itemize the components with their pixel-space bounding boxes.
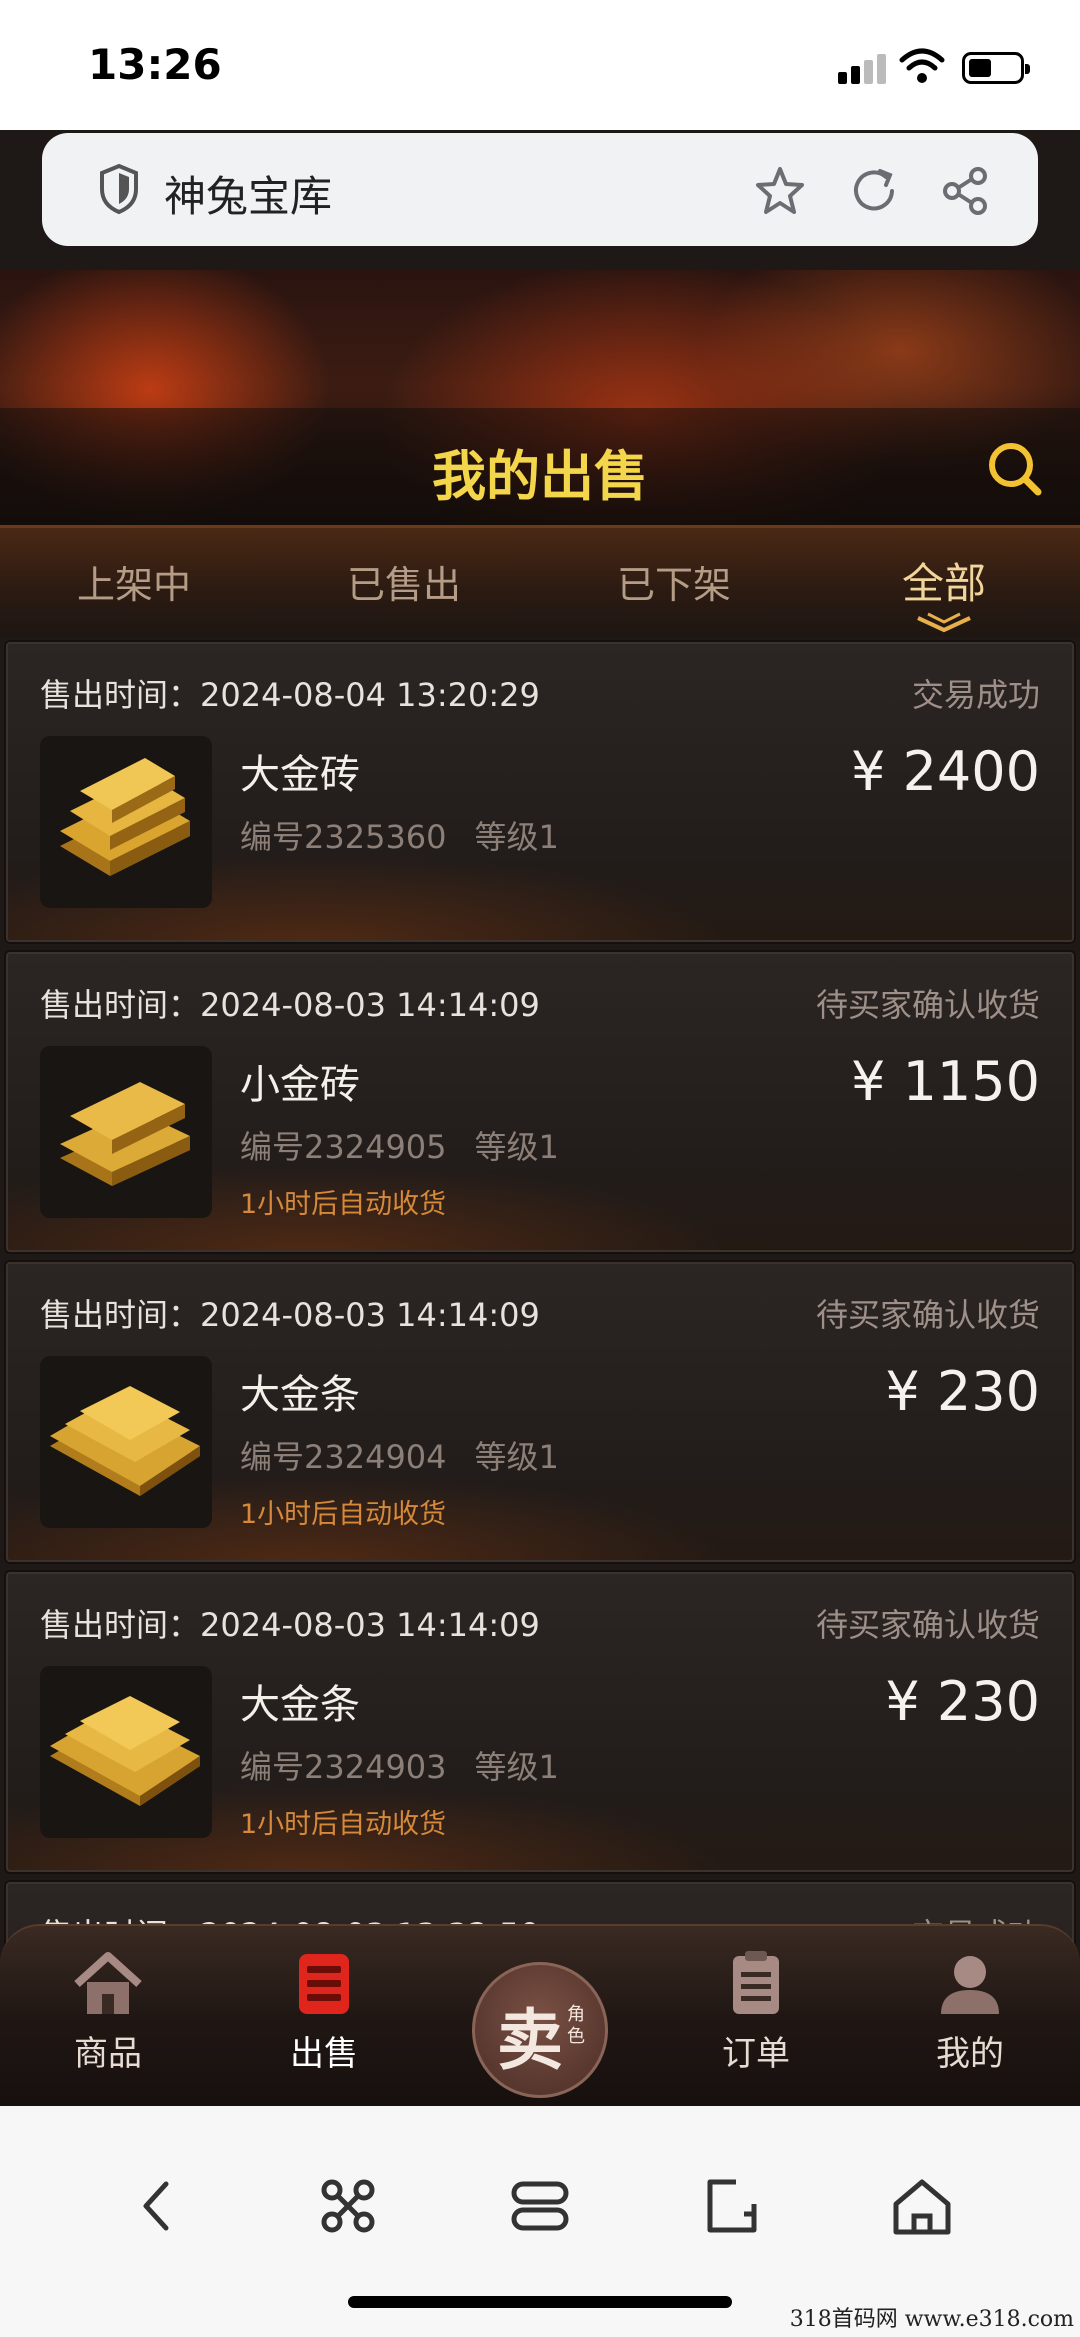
- item-price: ¥ 230: [885, 1670, 1040, 1733]
- item-serial: 编号2325360: [240, 818, 447, 856]
- order-status: 交易成功: [911, 676, 1040, 714]
- tab-all[interactable]: 全部: [844, 550, 1044, 611]
- item-thumbnail: [40, 1666, 212, 1838]
- command-icon[interactable]: [316, 2174, 380, 2238]
- item-thumbnail: [40, 1046, 212, 1218]
- home-indicator[interactable]: [348, 2296, 732, 2308]
- item-meta: 编号2324903 等级1: [240, 1742, 559, 1788]
- sale-time: 售出时间：2024-08-03 14:14:09: [40, 1606, 540, 1644]
- status-time: 13:26: [88, 40, 222, 89]
- order-card[interactable]: 售出时间：2024-08-04 13:20:29 交易成功 大金砖 编号2325…: [6, 642, 1074, 942]
- center-sell-role-button[interactable]: 卖 角 色: [472, 1962, 608, 2098]
- item-price: ¥ 2400: [851, 740, 1040, 803]
- sale-time: 售出时间：2024-08-03 14:14:09: [40, 986, 540, 1024]
- open-external-icon[interactable]: [700, 2174, 764, 2238]
- back-icon[interactable]: [126, 2174, 190, 2238]
- sell-icon: [299, 1954, 349, 2014]
- order-card[interactable]: 售出时间：2024-08-03 14:14:09 待买家确认收货 大金条 编号2…: [6, 1572, 1074, 1872]
- page-title: 我的出售: [432, 445, 648, 508]
- item-price: ¥ 230: [885, 1360, 1040, 1423]
- nav-me[interactable]: 我的: [900, 1948, 1040, 2075]
- star-icon[interactable]: [754, 165, 806, 217]
- nav-label: 出售: [290, 2034, 358, 2074]
- gold-brick-image: [60, 758, 190, 876]
- search-icon[interactable]: [984, 438, 1044, 498]
- order-status: 待买家确认收货: [815, 986, 1040, 1024]
- shield-icon: [100, 163, 138, 215]
- tab-listed[interactable]: 上架中: [34, 554, 234, 609]
- sell-sub-1: 角: [567, 2004, 585, 2025]
- nav-label: 我的: [936, 2034, 1004, 2074]
- tabs-icon[interactable]: [508, 2174, 572, 2238]
- gold-brick-image: [60, 1082, 190, 1186]
- clipboard-icon: [733, 1951, 779, 2014]
- reload-icon[interactable]: [848, 165, 900, 217]
- share-icon[interactable]: [940, 165, 992, 217]
- nav-products[interactable]: 商品: [38, 1948, 178, 2075]
- item-price: ¥ 1150: [851, 1050, 1040, 1113]
- auto-receive-note: 1小时后自动收货: [240, 1809, 447, 1840]
- item-level: 等级1: [474, 818, 559, 856]
- nav-label: 订单: [722, 2034, 790, 2074]
- item-thumbnail: [40, 1356, 212, 1528]
- item-level: 等级1: [474, 1128, 559, 1166]
- auto-receive-note: 1小时后自动收货: [240, 1189, 447, 1220]
- item-thumbnail: [40, 736, 212, 908]
- watermark: 318首码网 www.e318.com: [789, 2307, 1074, 2332]
- item-level: 等级1: [474, 1438, 559, 1476]
- sell-glyph: 卖: [497, 2002, 563, 2079]
- gold-bar-image: [50, 1386, 200, 1496]
- item-serial: 编号2324904: [240, 1438, 447, 1476]
- user-icon: [941, 1956, 999, 2014]
- home-icon[interactable]: [890, 2174, 954, 2238]
- active-tab-indicator: [917, 612, 971, 633]
- item-name: 大金砖: [240, 752, 360, 798]
- tab-bar: 上架中 已售出 已下架 全部: [0, 525, 1080, 637]
- house-icon: [74, 1952, 142, 2014]
- signal-icon: [838, 52, 886, 84]
- nav-orders[interactable]: 订单: [686, 1948, 826, 2075]
- site-title: 神兔宝库: [164, 172, 333, 221]
- wifi-icon: [899, 48, 945, 83]
- bottom-nav: 商品 出售 卖 角 色 订单 我的: [0, 1924, 1080, 2106]
- sale-time: 售出时间：2024-08-04 13:20:29: [40, 676, 540, 714]
- item-name: 大金条: [240, 1372, 360, 1418]
- order-status: 待买家确认收货: [815, 1606, 1040, 1644]
- item-meta: 编号2324904 等级1: [240, 1432, 559, 1478]
- status-bar: 13:26: [0, 0, 1080, 130]
- item-serial: 编号2324905: [240, 1128, 447, 1166]
- auto-receive-note: 1小时后自动收货: [240, 1499, 447, 1530]
- order-status: 待买家确认收货: [815, 1296, 1040, 1334]
- item-level: 等级1: [474, 1748, 559, 1786]
- item-name: 大金条: [240, 1682, 360, 1728]
- sell-sub-2: 色: [567, 2026, 585, 2047]
- item-serial: 编号2324903: [240, 1748, 447, 1786]
- order-card[interactable]: 售出时间：2024-08-03 14:14:09 待买家确认收货 小金砖 编号2…: [6, 952, 1074, 1252]
- order-card[interactable]: 售出时间：2024-08-03 14:14:09 待买家确认收货 大金条 编号2…: [6, 1262, 1074, 1562]
- tab-delisted[interactable]: 已下架: [574, 554, 774, 609]
- address-bar[interactable]: 神兔宝库: [42, 133, 1038, 246]
- nav-label: 商品: [74, 2034, 142, 2074]
- item-meta: 编号2324905 等级1: [240, 1122, 559, 1168]
- tab-sold[interactable]: 已售出: [304, 554, 504, 609]
- sale-time: 售出时间：2024-08-03 14:14:09: [40, 1296, 540, 1334]
- page-header: 我的出售: [0, 270, 1080, 525]
- item-name: 小金砖: [240, 1062, 360, 1108]
- nav-sell[interactable]: 出售: [254, 1948, 394, 2075]
- item-meta: 编号2325360 等级1: [240, 812, 559, 858]
- battery-icon: [962, 52, 1030, 84]
- gold-bar-image: [50, 1696, 200, 1806]
